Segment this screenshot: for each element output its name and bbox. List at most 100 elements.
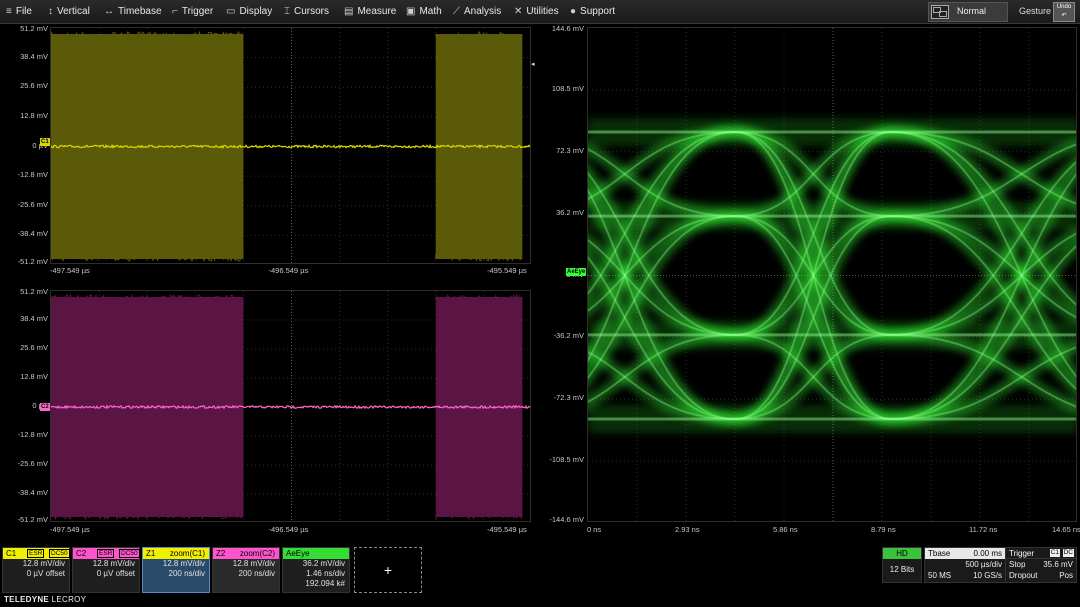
menu-label: Timebase: [118, 6, 162, 17]
y-axis-label: -25.6 mV: [17, 199, 48, 209]
descriptor-tag: ESR: [27, 549, 45, 558]
y-axis-label: 51.2 mV: [20, 24, 48, 33]
menu-support[interactable]: ● Support: [570, 0, 615, 24]
descriptor-tag: ESR: [97, 549, 115, 558]
tbase-per-div: 500 µs/div: [965, 560, 1002, 569]
timebase-box[interactable]: Tbase 0.00 ms 500 µs/div 50 MS 10 GS/s: [924, 547, 1006, 583]
menu-label: Cursors: [294, 6, 330, 17]
menu-label: Utilities: [526, 6, 559, 17]
menu-label: Math: [419, 6, 442, 17]
y-axis-label: -108.5 mV: [549, 455, 584, 465]
descriptor-value: 36.2 mV/div: [302, 559, 345, 568]
x-axis-label: -497.549 µs: [50, 266, 90, 275]
descriptor-tag: DC50: [119, 549, 140, 558]
menu-analysis[interactable]: ⟋ Analysis: [453, 0, 501, 24]
menu-math[interactable]: ▣ Math: [406, 0, 442, 24]
descriptor-source: zoom(C2): [239, 549, 275, 558]
trigger-level-arrow-icon[interactable]: ◂: [531, 60, 535, 68]
descriptor-value: 0 µV offset: [26, 569, 65, 578]
descriptor-value: 192.094 k#: [305, 579, 345, 588]
channel1-grid[interactable]: [50, 27, 531, 264]
x-axis-label: 8.79 ns: [871, 525, 896, 534]
x-axis-label: 2.93 ns: [675, 525, 700, 534]
y-axis-label: 108.5 mV: [551, 83, 584, 93]
descriptor-value: 12.8 mV/div: [232, 559, 275, 568]
descriptor-value: 12.8 mV/div: [162, 559, 205, 568]
x-axis-label: 5.86 ns: [773, 525, 798, 534]
descriptor-z2[interactable]: Z2 zoom(C2) 12.8 mV/div 200 ns/div: [212, 547, 280, 593]
channel1-trace: [51, 28, 530, 263]
trigger-type: Dropout: [1009, 571, 1038, 580]
menu-utilities[interactable]: ✕ Utilities: [514, 0, 559, 24]
display-mode-button[interactable]: Normal: [928, 2, 1008, 22]
eye-diagram-plot: [588, 28, 1076, 521]
display-icon: ▭: [226, 6, 236, 17]
descriptor-name: Z1: [146, 549, 156, 558]
menu-label: Display: [239, 6, 273, 17]
add-trace-button[interactable]: +: [354, 547, 422, 593]
descriptor-value: 200 ns/div: [238, 569, 275, 578]
descriptor-name: C1: [6, 549, 17, 558]
descriptor-value: 12.8 mV/div: [22, 559, 65, 568]
trigger-icon: ⌐: [172, 6, 178, 17]
descriptor-name: Z2: [216, 549, 226, 558]
y-axis-label: 36.2 mV: [556, 207, 584, 217]
y-axis-label: 25.6 mV: [20, 343, 48, 352]
y-axis-label: 25.6 mV: [20, 81, 48, 91]
add-icon: +: [383, 562, 393, 578]
menu-trigger[interactable]: ⌐ Trigger: [172, 0, 213, 24]
eye-diagram-grid[interactable]: [587, 27, 1077, 522]
tbase-sample-rate: 10 GS/s: [973, 571, 1002, 580]
undo-label: Undo: [1056, 4, 1072, 10]
trigger-source-tag: C1: [1049, 549, 1060, 557]
x-axis-label: 11.72 ns: [969, 525, 998, 534]
x-axis-label: -496.549 µs: [268, 525, 309, 534]
undo-button[interactable]: Undo ↶: [1053, 2, 1075, 22]
menu-vertical[interactable]: ↕ Vertical: [48, 0, 90, 24]
menu-cursors[interactable]: ⌶ Cursors: [284, 0, 329, 24]
menu-measure[interactable]: ▤ Measure: [344, 0, 396, 24]
descriptor-z1[interactable]: Z1 zoom(C1) 12.8 mV/div 200 ns/div: [142, 547, 210, 593]
x-axis-label: -496.549 µs: [268, 266, 309, 275]
descriptor-c2[interactable]: C2 ESR DC50 12.8 mV/div 0 µV offset: [72, 547, 140, 593]
cursor-icon: ⌶: [284, 6, 290, 17]
descriptor-aeeye[interactable]: AeEye 36.2 mV/div 1.46 ns/div 192.094 k#: [282, 547, 350, 593]
descriptor-value: 12.8 mV/div: [92, 559, 135, 568]
layout-grid-icon: [931, 5, 949, 19]
menu-file[interactable]: ≡ File: [6, 0, 32, 24]
gesture-label[interactable]: Gesture: [1019, 6, 1051, 16]
eye-marker[interactable]: AeEye: [566, 268, 587, 276]
x-axis-label: -495.549 µs: [487, 266, 527, 275]
tbase-title: Tbase: [928, 549, 951, 558]
x-axis-label: 0 ns: [587, 525, 602, 534]
analysis-icon: ⟋: [453, 6, 460, 17]
descriptor-c1[interactable]: C1 ESR DC50 12.8 mV/div 0 µV offset: [2, 547, 70, 593]
descriptor-name: C2: [76, 549, 87, 558]
trigger-coupling-tag: DC: [1062, 549, 1074, 557]
y-axis-label: -38.4 mV: [17, 488, 48, 497]
y-axis-label: 72.3 mV: [556, 145, 584, 155]
trigger-state: Stop: [1009, 560, 1026, 569]
menu-display[interactable]: ▭ Display: [226, 0, 272, 24]
utilities-icon: ✕: [514, 6, 523, 17]
y-axis-label: -72.3 mV: [553, 393, 584, 403]
channel1-marker[interactable]: C1: [40, 138, 50, 146]
channel2-marker[interactable]: C2: [40, 403, 50, 411]
y-axis-label: 12.8 mV: [20, 372, 48, 381]
brand-logo: TELEDYNE LECROY: [4, 595, 86, 604]
bits-label: 12 Bits: [889, 565, 915, 574]
y-axis-label: -12.8 mV: [17, 170, 48, 180]
horizontal-arrows-icon: ↔: [104, 6, 114, 17]
acquisition-mode-box[interactable]: HD 12 Bits: [882, 547, 922, 583]
brand-light: LECROY: [49, 595, 87, 604]
hamburger-icon: ≡: [6, 6, 12, 17]
y-axis-label: -36.2 mV: [553, 331, 584, 341]
y-axis-label: -12.8 mV: [17, 430, 48, 439]
menu-label: Trigger: [181, 6, 214, 17]
y-axis-label: 38.4 mV: [20, 51, 48, 61]
channel2-grid[interactable]: [50, 290, 531, 522]
menu-timebase[interactable]: ↔ Timebase: [104, 0, 162, 24]
trigger-box[interactable]: Trigger C1 DC Stop 35.6 mV Dropout Pos: [1005, 547, 1077, 583]
y-axis-label: 51.2 mV: [20, 287, 48, 296]
undo-icon: ↶: [1061, 13, 1067, 19]
